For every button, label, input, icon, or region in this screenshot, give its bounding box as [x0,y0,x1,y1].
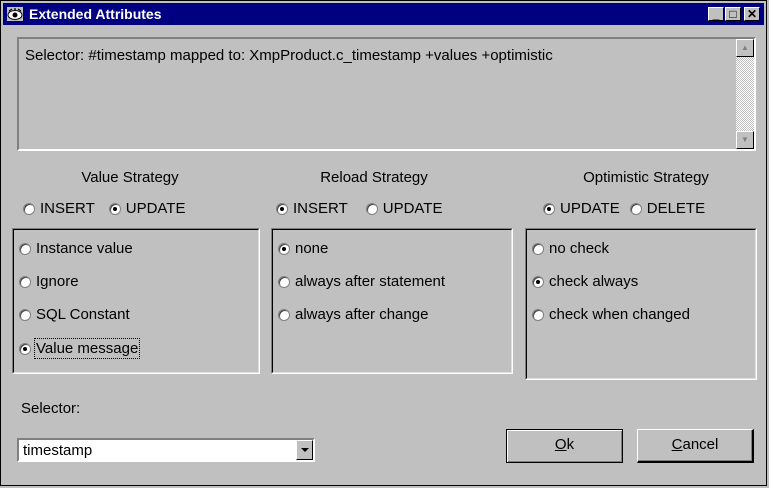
vertical-scrollbar[interactable]: ▲ ▼ [736,39,754,149]
radio-indicator [23,202,35,215]
mapping-description-area[interactable]: Selector: #timestamp mapped to: XmpProdu… [17,37,756,151]
radio-indicator [629,202,642,215]
reload-strategy-options-box: none always after statement always after… [271,228,513,374]
radio-indicator [276,202,288,215]
optimistic-option-no-check-radio[interactable]: no check [532,240,609,257]
value-option-value-message-radio[interactable]: Value message [19,338,141,359]
reload-strategy-mode-group: INSERT UPDATE [276,200,442,217]
close-button[interactable]: ✕ [744,7,760,21]
radio-indicator [365,202,378,215]
optimistic-mode-delete-radio[interactable]: DELETE [629,200,705,217]
value-option-instance-radio[interactable]: Instance value [19,240,133,257]
cancel-button[interactable]: Cancel [637,429,754,463]
scroll-up-button[interactable]: ▲ [736,39,754,57]
optimistic-option-check-when-changed-radio[interactable]: check when changed [532,306,690,323]
optimistic-mode-update-radio[interactable]: UPDATE [543,200,620,217]
window-title: Extended Attributes [29,6,162,22]
optimistic-strategy-title: Optimistic Strategy [583,169,709,186]
selector-value: timestamp [23,442,93,459]
reload-option-after-statement-radio[interactable]: always after statement [278,273,445,290]
value-strategy-options-box: Instance value Ignore SQL Constant Value… [12,228,260,374]
radio-indicator [278,242,290,255]
radio-indicator [19,342,31,355]
ok-button[interactable]: Ok [506,429,623,463]
value-strategy-mode-group: INSERT UPDATE [23,200,185,217]
selector-label: Selector: [21,400,81,417]
value-mode-update-radio[interactable]: UPDATE [108,200,185,217]
minimize-button[interactable]: _ [708,7,724,21]
optimistic-option-check-always-radio[interactable]: check always [532,273,638,290]
radio-indicator [532,275,544,288]
reload-option-none-radio[interactable]: none [278,240,328,257]
value-option-ignore-radio[interactable]: Ignore [19,273,79,290]
scroll-down-button[interactable]: ▼ [736,131,754,149]
radio-indicator [19,275,31,288]
reload-mode-insert-radio[interactable]: INSERT [276,200,348,217]
chevron-down-icon [301,448,309,452]
selector-dropdown-button[interactable] [296,440,313,460]
radio-indicator [543,202,555,215]
value-mode-insert-radio[interactable]: INSERT [23,200,95,217]
mapping-description-text: Selector: #timestamp mapped to: XmpProdu… [25,47,553,64]
maximize-button[interactable]: □ [725,7,741,21]
extended-attributes-window: Extended Attributes _ □ ✕ Selector: #tim… [0,0,767,486]
radio-indicator [532,308,544,321]
title-bar[interactable]: Extended Attributes _ □ ✕ [3,3,764,25]
reload-strategy-title: Reload Strategy [320,169,428,186]
reload-mode-update-radio[interactable]: UPDATE [365,200,442,217]
reload-option-after-change-radio[interactable]: always after change [278,306,428,323]
selector-combobox[interactable]: timestamp [17,438,315,462]
optimistic-strategy-options-box: no check check always check when changed [525,228,757,380]
app-eye-icon [7,7,23,21]
value-option-sql-constant-radio[interactable]: SQL Constant [19,306,130,323]
radio-indicator [108,202,121,215]
value-strategy-title: Value Strategy [81,169,179,186]
radio-indicator [278,308,290,321]
radio-indicator [532,242,544,255]
radio-indicator [19,242,31,255]
radio-indicator [278,275,290,288]
optimistic-strategy-mode-group: UPDATE DELETE [543,200,705,217]
radio-indicator [19,308,31,321]
